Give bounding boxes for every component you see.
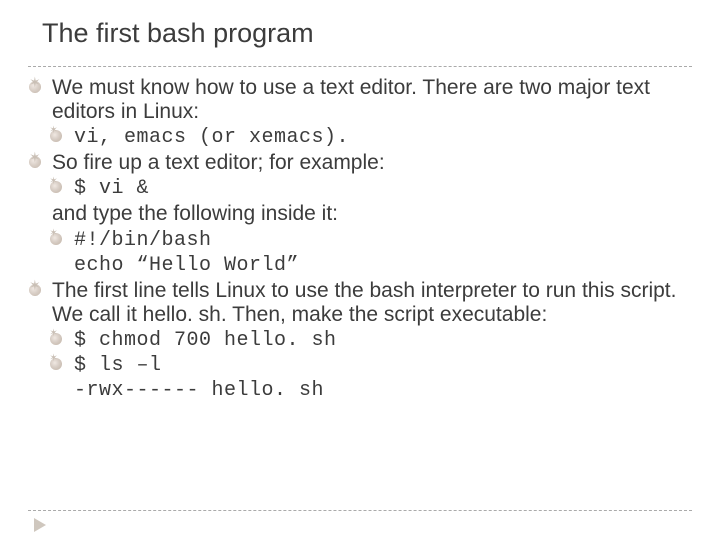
- bullet-2-sub-2a: #!/bin/bash: [50, 229, 692, 252]
- bullet-2-continuation: and type the following inside it:: [52, 202, 692, 226]
- bullet-2-sub-1: $ vi &: [50, 177, 692, 200]
- bullet-2-text: So fire up a text editor; for example:: [52, 151, 385, 174]
- bullet-1-text: We must know how to use a text editor. T…: [52, 76, 650, 123]
- divider-top: [28, 66, 692, 67]
- slide-body: We must know how to use a text editor. T…: [28, 76, 692, 404]
- bullet-3: The first line tells Linux to use the ba…: [28, 279, 692, 327]
- slide-arrow-icon: [34, 518, 46, 532]
- bullet-3-sub-1: $ chmod 700 hello. sh: [50, 329, 692, 352]
- slide: The first bash program We must know how …: [0, 0, 720, 540]
- divider-bottom: [28, 510, 692, 511]
- bullet-2: So fire up a text editor; for example:: [28, 151, 692, 175]
- bullet-3-text: The first line tells Linux to use the ba…: [52, 279, 676, 326]
- bullet-3-sub-2: $ ls –l: [50, 354, 692, 377]
- slide-title: The first bash program: [42, 18, 314, 49]
- bullet-1: We must know how to use a text editor. T…: [28, 76, 692, 124]
- bullet-1-sub-1: vi, emacs (or xemacs).: [50, 126, 692, 149]
- bullet-2-sub-2b: echo “Hello World”: [74, 254, 692, 277]
- bullet-3-sub-3: -rwx------ hello. sh: [74, 379, 692, 402]
